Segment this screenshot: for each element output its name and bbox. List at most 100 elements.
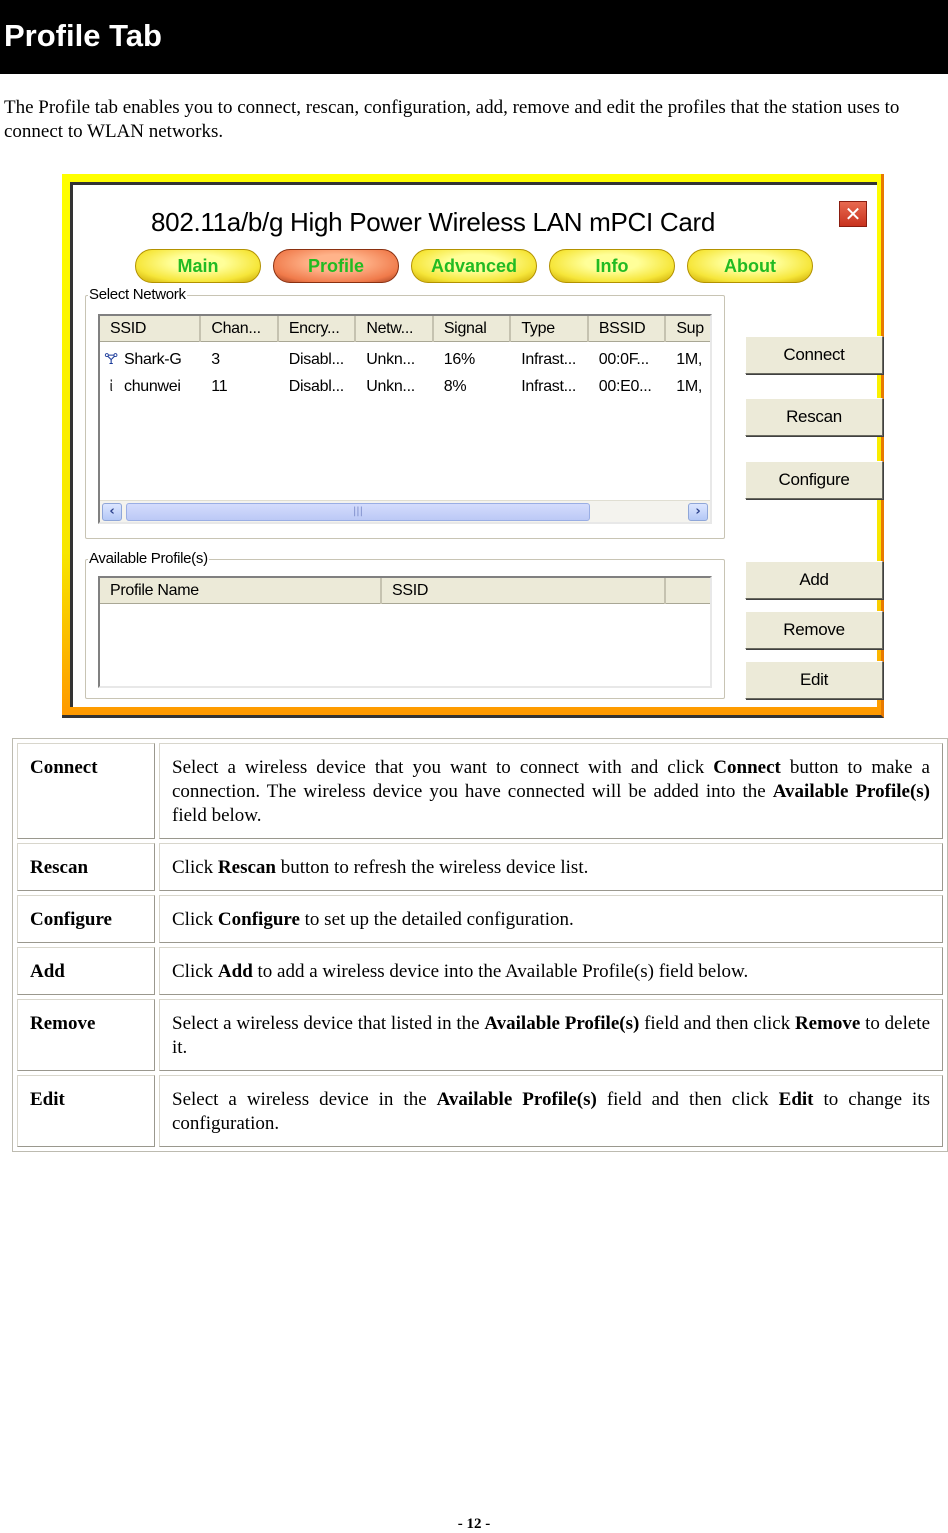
profile-list[interactable]: Profile Name SSID	[98, 576, 712, 688]
text-fragment: Click	[172, 909, 218, 930]
signal-cell: 16%	[443, 351, 475, 368]
rates-cell: 1M,	[676, 351, 703, 368]
emphasis-text: Add	[217, 961, 253, 982]
tab-bar: Main Profile Advanced Info About	[135, 249, 813, 283]
text-fragment: field and then click	[596, 1089, 779, 1110]
tab-info[interactable]: Info	[549, 249, 675, 283]
network-row[interactable]: 🝖 Shark-G 3 Disabl... Unkn... 16% Infrast…	[100, 346, 710, 373]
description-term: Configure	[17, 895, 155, 943]
section-title: Profile Tab	[4, 18, 162, 53]
profile-list-header: Profile Name SSID	[100, 578, 710, 604]
text-fragment: field and then click	[639, 1013, 795, 1034]
type-cell: Infrast...	[521, 351, 577, 368]
page-number: - 12 -	[457, 1516, 491, 1532]
description-text: Select a wireless device that you want t…	[159, 743, 943, 839]
col-profile-ssid[interactable]: SSID	[382, 578, 666, 604]
type-cell: Infrast...	[521, 378, 577, 395]
app-window-body: 802.11a/b/g High Power Wireless LAN mPCI…	[70, 182, 883, 707]
col-encryption[interactable]: Encry...	[279, 316, 357, 342]
text-fragment: Select a wireless device that listed in …	[172, 1013, 485, 1034]
network-list[interactable]: SSID Chan... Encry... Netw... Signal Typ…	[98, 314, 712, 524]
col-type[interactable]: Type	[511, 316, 589, 342]
close-icon: ✕	[844, 202, 862, 226]
description-row: Add Click Add to add a wireless device in…	[17, 947, 943, 995]
text-fragment: button to refresh the wireless device li…	[275, 857, 589, 878]
col-profile-extra[interactable]	[666, 578, 710, 604]
col-channel[interactable]: Chan...	[201, 316, 279, 342]
network-cell: Unkn...	[366, 351, 415, 368]
description-row: Configure Click Configure to set up the d…	[17, 895, 943, 943]
text-fragment: field below.	[172, 805, 262, 826]
emphasis-text: Remove	[794, 1013, 861, 1034]
bssid-cell: 00:0F...	[598, 351, 649, 368]
horizontal-scrollbar[interactable]: ‹ ||| ›	[100, 500, 710, 522]
emphasis-text: Available Profile(s)	[436, 1089, 597, 1110]
description-row: Connect Select a wireless device that you…	[17, 743, 943, 839]
emphasis-text: Available Profile(s)	[772, 781, 930, 802]
channel-cell: 11	[211, 378, 228, 395]
scroll-right-button[interactable]: ›	[688, 503, 708, 521]
text-fragment: to set up the detailed configuration.	[299, 909, 574, 930]
scroll-left-button[interactable]: ‹	[102, 503, 122, 521]
text-fragment: Click	[172, 857, 218, 878]
chevron-left-icon: ‹	[109, 504, 115, 519]
bssid-cell: 00:E0...	[598, 378, 652, 395]
description-text: Click Rescan button to refresh the wirel…	[159, 843, 943, 891]
ssid-cell: chunwei	[124, 378, 181, 395]
description-row: Edit Select a wireless device in the Avai…	[17, 1075, 943, 1147]
description-term: Remove	[17, 999, 155, 1071]
emphasis-text: Connect	[713, 757, 781, 778]
scrollbar-thumb[interactable]: |||	[126, 503, 590, 521]
col-supported-rates[interactable]: Sup	[666, 316, 710, 342]
description-row: Remove Select a wireless device that list…	[17, 999, 943, 1071]
encryption-cell: Disabl...	[288, 378, 344, 395]
col-bssid[interactable]: BSSID	[589, 316, 667, 342]
available-profiles-group: Available Profile(s) Profile Name SSID	[85, 550, 725, 699]
description-text: Select a wireless device in the Availabl…	[159, 1075, 943, 1147]
channel-cell: 3	[211, 351, 220, 368]
tab-advanced[interactable]: Advanced	[411, 249, 537, 283]
add-button[interactable]: Add	[745, 561, 883, 599]
description-text: Click Configure to set up the detailed c…	[159, 895, 943, 943]
network-cell: Unkn...	[366, 378, 415, 395]
col-signal[interactable]: Signal	[434, 316, 512, 342]
network-row[interactable]: ἰ chunwei 11 Disabl... Unkn... 8% Infrast…	[100, 373, 710, 400]
grip-icon: |||	[352, 506, 364, 517]
rescan-button[interactable]: Rescan	[745, 398, 883, 436]
select-network-label: Select Network	[88, 286, 187, 303]
button-description-table: Connect Select a wireless device that you…	[12, 738, 948, 1152]
text-fragment: Click	[172, 961, 218, 982]
description-term: Connect	[17, 743, 155, 839]
configure-button[interactable]: Configure	[745, 461, 883, 499]
col-profile-name[interactable]: Profile Name	[100, 578, 382, 604]
app-title: 802.11a/b/g High Power Wireless LAN mPCI…	[151, 207, 716, 237]
description-text: Click Add to add a wireless device into …	[159, 947, 943, 995]
signal-cell: 8%	[443, 378, 467, 395]
emphasis-text: Edit	[778, 1089, 814, 1110]
description-term: Rescan	[17, 843, 155, 891]
connect-button[interactable]: Connect	[745, 336, 883, 374]
emphasis-text: Configure	[217, 909, 300, 930]
edit-button[interactable]: Edit	[745, 661, 883, 699]
text-fragment: Select a wireless device in the	[172, 1089, 437, 1110]
description-term: Edit	[17, 1075, 155, 1147]
section-header-bar: Profile Tab	[0, 0, 948, 74]
col-ssid[interactable]: SSID	[100, 316, 202, 342]
network-list-header: SSID Chan... Encry... Netw... Signal Typ…	[100, 316, 710, 342]
close-button[interactable]: ✕	[839, 201, 867, 227]
chevron-right-icon: ›	[695, 504, 701, 519]
tab-about[interactable]: About	[687, 249, 813, 283]
emphasis-text: Available Profile(s)	[484, 1013, 640, 1034]
col-network[interactable]: Netw...	[356, 316, 434, 342]
available-profiles-label: Available Profile(s)	[88, 550, 209, 567]
access-point-icon: 🝖	[104, 351, 118, 368]
tab-profile[interactable]: Profile	[273, 249, 399, 283]
text-fragment: to add a wireless device into the Availa…	[252, 961, 749, 982]
description-term: Add	[17, 947, 155, 995]
tab-main[interactable]: Main	[135, 249, 261, 283]
remove-button[interactable]: Remove	[745, 611, 883, 649]
description-row: Rescan Click Rescan button to refresh the…	[17, 843, 943, 891]
station-icon: ἰ	[109, 378, 113, 395]
description-text: Select a wireless device that listed in …	[159, 999, 943, 1071]
intro-paragraph: The Profile tab enables you to connect, …	[4, 97, 900, 142]
